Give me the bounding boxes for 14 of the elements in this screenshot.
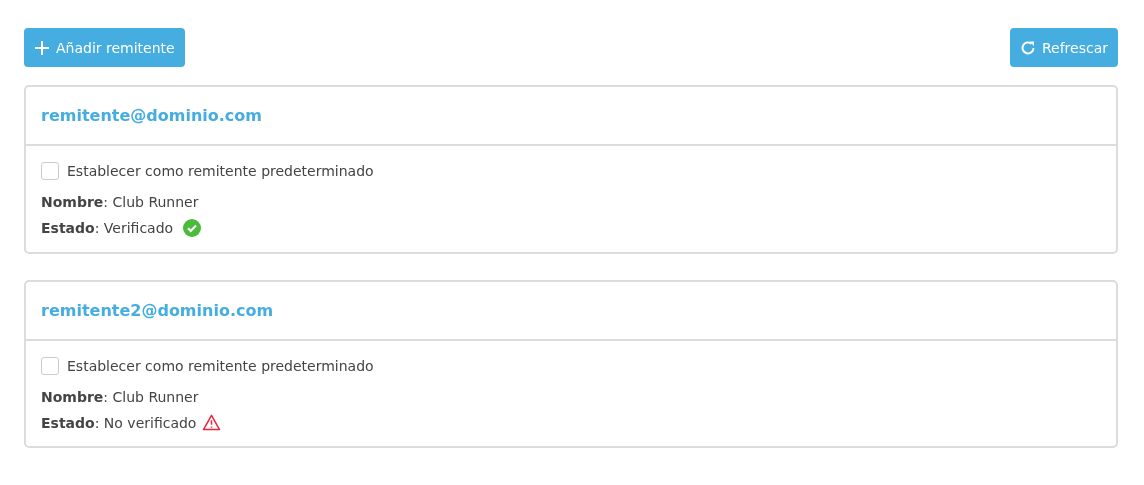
sender-email: remitente2@dominio.com bbox=[41, 301, 274, 320]
checkbox-label[interactable]: Establecer como remitente predeterminado bbox=[67, 163, 374, 179]
checkbox[interactable] bbox=[41, 357, 59, 375]
status-text: Estado: No verificado bbox=[41, 414, 197, 431]
warning-icon bbox=[202, 414, 222, 431]
check-circle-icon bbox=[183, 219, 202, 237]
checkbox-label[interactable]: Establecer como remitente predeterminado bbox=[67, 358, 374, 374]
sender-email: remitente@dominio.com bbox=[41, 106, 262, 125]
name-text: Nombre: Club Runner bbox=[41, 194, 199, 210]
refresh-icon bbox=[1019, 39, 1036, 56]
checkbox[interactable] bbox=[41, 162, 59, 180]
name-text: Nombre: Club Runner bbox=[41, 389, 199, 405]
status-text: Estado: Verificado bbox=[41, 220, 174, 236]
plus-icon bbox=[34, 39, 50, 56]
